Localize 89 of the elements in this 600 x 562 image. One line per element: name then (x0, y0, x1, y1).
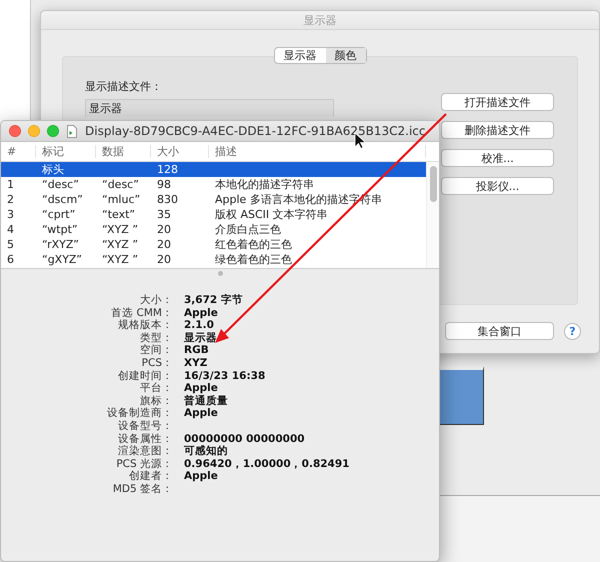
table-cell-text: 20 (156, 253, 172, 266)
table-cell-text: 2 (6, 193, 15, 206)
info-label: 创建者： (128, 470, 173, 483)
table-cell-text: 830 (156, 193, 179, 206)
table-cell-text: “wtpt” (41, 223, 79, 236)
close-button[interactable] (9, 125, 21, 137)
info-label: 平台： (139, 382, 173, 395)
document-icon (67, 124, 77, 138)
info-value: 普通质量 (184, 394, 229, 408)
info-label: 大小： (139, 294, 173, 307)
table-row[interactable]: 4 “wtpt” “XYZ ” 20 介质白点三色 (1, 222, 426, 237)
splitter-handle[interactable] (218, 270, 222, 276)
table-row[interactable]: 5 “rXYZ” “XYZ ” 20 红色着色的三色 (1, 237, 426, 252)
tab[interactable]: 颜色 (326, 48, 366, 63)
info-value: 显示器 (184, 332, 218, 344)
info-label: MD5 签名： (112, 482, 173, 496)
info-value: XYZ (184, 356, 208, 370)
table-cell-text: “desc” (41, 178, 80, 191)
table-cell-text: 20 (156, 238, 172, 251)
table-cell-text: 红色着色的三色 (214, 237, 293, 252)
table-cell-text: 本地化的描述字符串 (214, 177, 315, 192)
column-header[interactable]: 数据 (96, 145, 151, 158)
table-cell-text: 6 (6, 253, 15, 266)
scrollbar-thumb[interactable] (430, 166, 437, 202)
action-button[interactable]: 校准... (441, 149, 554, 167)
table-cell-text: 3 (6, 208, 15, 221)
table-cell-text: 1 (6, 178, 15, 191)
info-label: 类型： (139, 332, 173, 344)
info-label: 设备属性： (117, 432, 173, 445)
column-header[interactable]: 大小 (151, 145, 209, 158)
table-row[interactable]: 标头 128 (1, 162, 426, 177)
info-value: 16/3/23 16:38 (184, 370, 266, 382)
table-cell-text: “dscm” (41, 193, 84, 206)
table-row[interactable]: 3 “cprt” “text” 35 版权 ASCII 文本字符串 (1, 207, 426, 222)
table-cell-text: 4 (6, 223, 15, 236)
action-button[interactable]: 投影仪... (441, 177, 554, 195)
table-cell-text: “desc” (101, 178, 140, 191)
minimize-button[interactable] (28, 125, 40, 137)
table-cell-text: 版权 ASCII 文本字符串 (214, 207, 329, 222)
info-value: 00000000 00000000 (184, 432, 306, 445)
table-cell-text: “mluc” (101, 193, 142, 206)
info-label: 旗标： (139, 394, 173, 407)
info-value: Apple (184, 382, 219, 394)
help-button[interactable]: ? (564, 322, 581, 340)
table-cell-text: “XYZ ” (101, 253, 140, 266)
info-value: 可感知的 (184, 445, 229, 458)
info-value: RGB (184, 344, 210, 357)
table-cell-text: 5 (6, 238, 15, 251)
display-thumbnail[interactable] (438, 366, 484, 425)
info-value: 2.1.0 (184, 319, 215, 332)
list-header: 显示器 (85, 99, 334, 117)
table-cell-text: 35 (156, 208, 172, 221)
info-label: 创建时间： (117, 370, 173, 382)
table-cell-text: 介质白点三色 (214, 222, 282, 237)
gather-windows-button[interactable]: 集合窗口 (445, 322, 554, 340)
table-cell-text: “text” (101, 208, 136, 221)
action-button[interactable]: 删除描述文件 (441, 121, 554, 139)
info-label: 空间： (139, 344, 173, 357)
info-label: 设备型号： (117, 420, 173, 433)
info-label: PCS 光源： (115, 458, 173, 470)
info-value: 3,672 字节 (184, 294, 244, 307)
column-header[interactable]: # (1, 145, 36, 158)
table-row[interactable]: 6 “gXYZ” “XYZ ” 20 绿色着色的三色 (1, 252, 426, 267)
table-cell-text: 20 (156, 223, 172, 236)
table-cell-text: 128 (156, 163, 179, 176)
info-value: Apple (184, 470, 219, 483)
info-value: 0.96420，1.00000，0.82491 (184, 458, 350, 470)
zoom-button[interactable] (47, 125, 59, 137)
info-label: 渲染意图： (117, 445, 173, 458)
info-label: 首选 CMM： (110, 306, 173, 319)
section-label: 显示描述文件： (85, 79, 163, 94)
table-row[interactable]: 1 “desc” “desc” 98 本地化的描述字符串 (1, 177, 426, 192)
info-label: 设备制造商： (106, 407, 173, 420)
table-cell-text: 标头 (41, 162, 65, 177)
action-button[interactable]: 打开描述文件 (441, 93, 554, 111)
window-title: 显示器 (304, 12, 336, 28)
table-cell-text: “cprt” (41, 208, 76, 221)
table-cell-text: 绿色着色的三色 (214, 252, 293, 267)
info-value: Apple (184, 306, 219, 320)
table-cell-text: 98 (156, 178, 172, 191)
info-label: PCS： (140, 356, 173, 370)
table-cell-text: “XYZ ” (101, 223, 140, 236)
table-cell-text: “XYZ ” (101, 238, 140, 251)
info-label: 规格版本： (117, 319, 173, 332)
info-value: Apple (184, 407, 219, 420)
column-header[interactable]: 标记 (36, 145, 96, 158)
window-title: Display-8D79CBC9-A4EC-DDE1-12FC-91BA625B13C2.icc (85, 124, 426, 138)
table-cell-text: “gXYZ” (41, 253, 83, 266)
table-cell-text: “rXYZ” (41, 238, 80, 251)
